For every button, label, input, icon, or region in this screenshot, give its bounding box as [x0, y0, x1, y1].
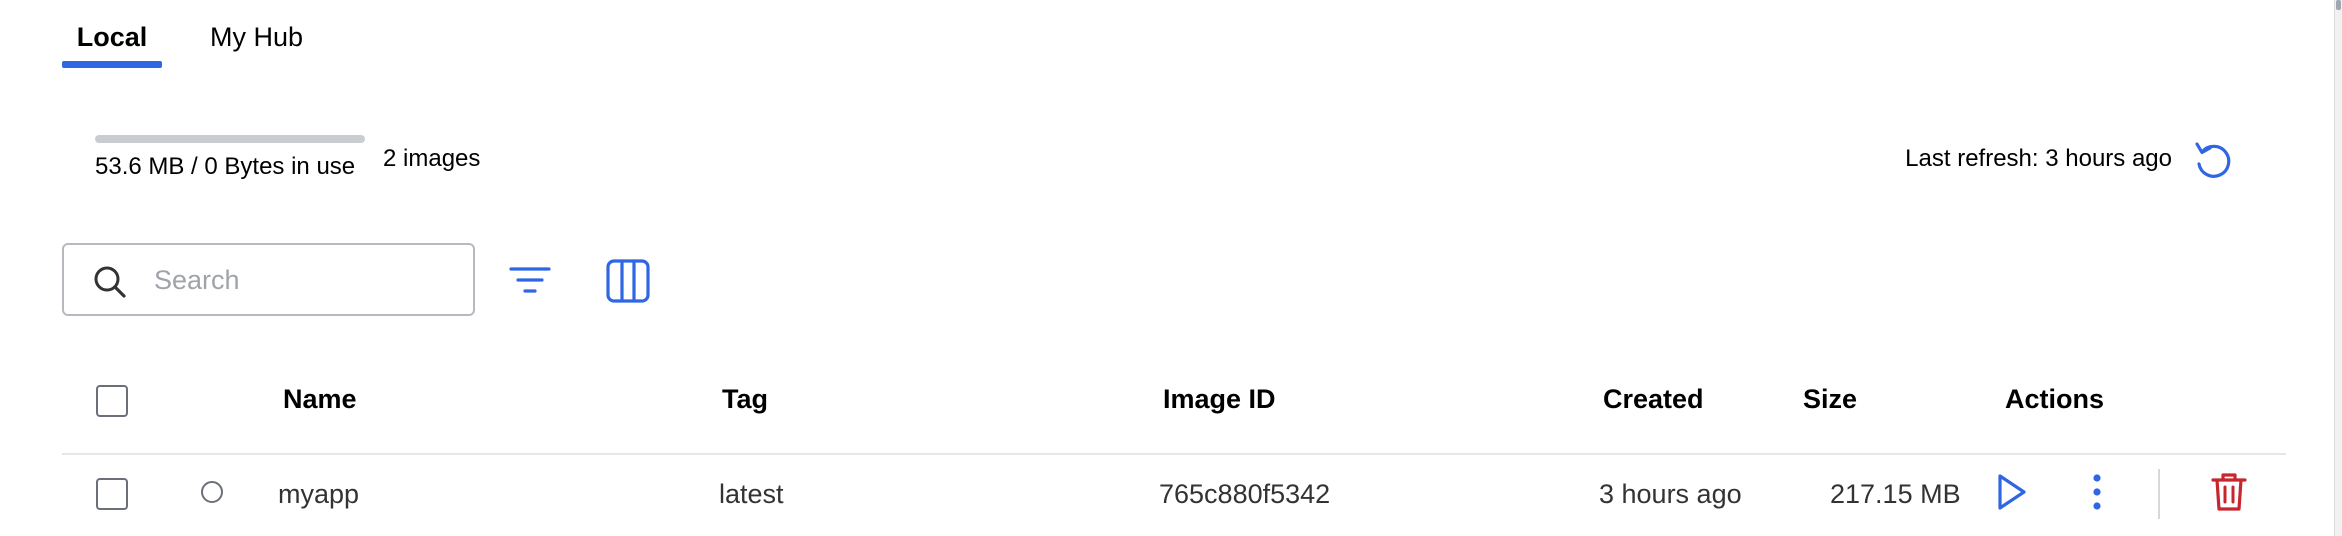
disk-usage-bar: [95, 135, 365, 143]
run-icon: [1998, 474, 2026, 510]
more-options-button[interactable]: [2075, 469, 2119, 515]
row-tag: latest: [719, 479, 784, 509]
row-size: 217.15 MB: [1830, 479, 1961, 509]
tab-my-hub[interactable]: My Hub: [210, 20, 303, 70]
row-name[interactable]: myapp: [278, 477, 359, 511]
column-header-tag[interactable]: Tag: [722, 382, 768, 416]
table-header: Name Tag Image ID Created Size Actions: [62, 370, 2286, 455]
actions-divider: [2158, 469, 2160, 519]
scrollbar-thumb[interactable]: [2336, 0, 2341, 10]
refresh-button[interactable]: [2188, 134, 2238, 184]
row-created: 3 hours ago: [1599, 479, 1742, 509]
scrollbar[interactable]: [2334, 0, 2342, 536]
table-row[interactable]: myapp latest 765c880f5342 3 hours ago 21…: [62, 457, 2286, 536]
last-refresh-text: Last refresh: 3 hours ago: [1905, 145, 2172, 172]
image-count: 2 images: [383, 145, 481, 172]
images-page: Local My Hub 53.6 MB / 0 Bytes in use 2 …: [0, 0, 2342, 536]
search-input[interactable]: [154, 257, 454, 303]
columns-button[interactable]: [603, 256, 653, 306]
disk-usage-text: 53.6 MB / 0 Bytes in use: [95, 153, 356, 180]
search-icon: [94, 266, 126, 298]
delete-icon: [2211, 473, 2247, 511]
search-box[interactable]: [62, 243, 475, 316]
select-all-checkbox[interactable]: [96, 385, 128, 417]
column-header-created[interactable]: Created: [1603, 382, 1704, 416]
more-options-icon: [2093, 474, 2101, 510]
tab-local[interactable]: Local: [62, 20, 162, 70]
status-indicator-icon: [201, 481, 223, 503]
column-header-size[interactable]: Size: [1803, 382, 1857, 416]
filter-icon: [509, 267, 551, 293]
column-header-actions: Actions: [2005, 384, 2105, 414]
refresh-icon: [2195, 142, 2231, 178]
row-image-id[interactable]: 765c880f5342: [1159, 477, 1330, 511]
column-header-name[interactable]: Name: [283, 382, 357, 416]
row-checkbox[interactable]: [96, 478, 128, 510]
column-header-image-id[interactable]: Image ID: [1163, 382, 1276, 416]
run-button[interactable]: [1989, 469, 2033, 515]
columns-icon: [606, 259, 650, 303]
filter-button[interactable]: [507, 258, 553, 304]
delete-button[interactable]: [2207, 469, 2251, 515]
